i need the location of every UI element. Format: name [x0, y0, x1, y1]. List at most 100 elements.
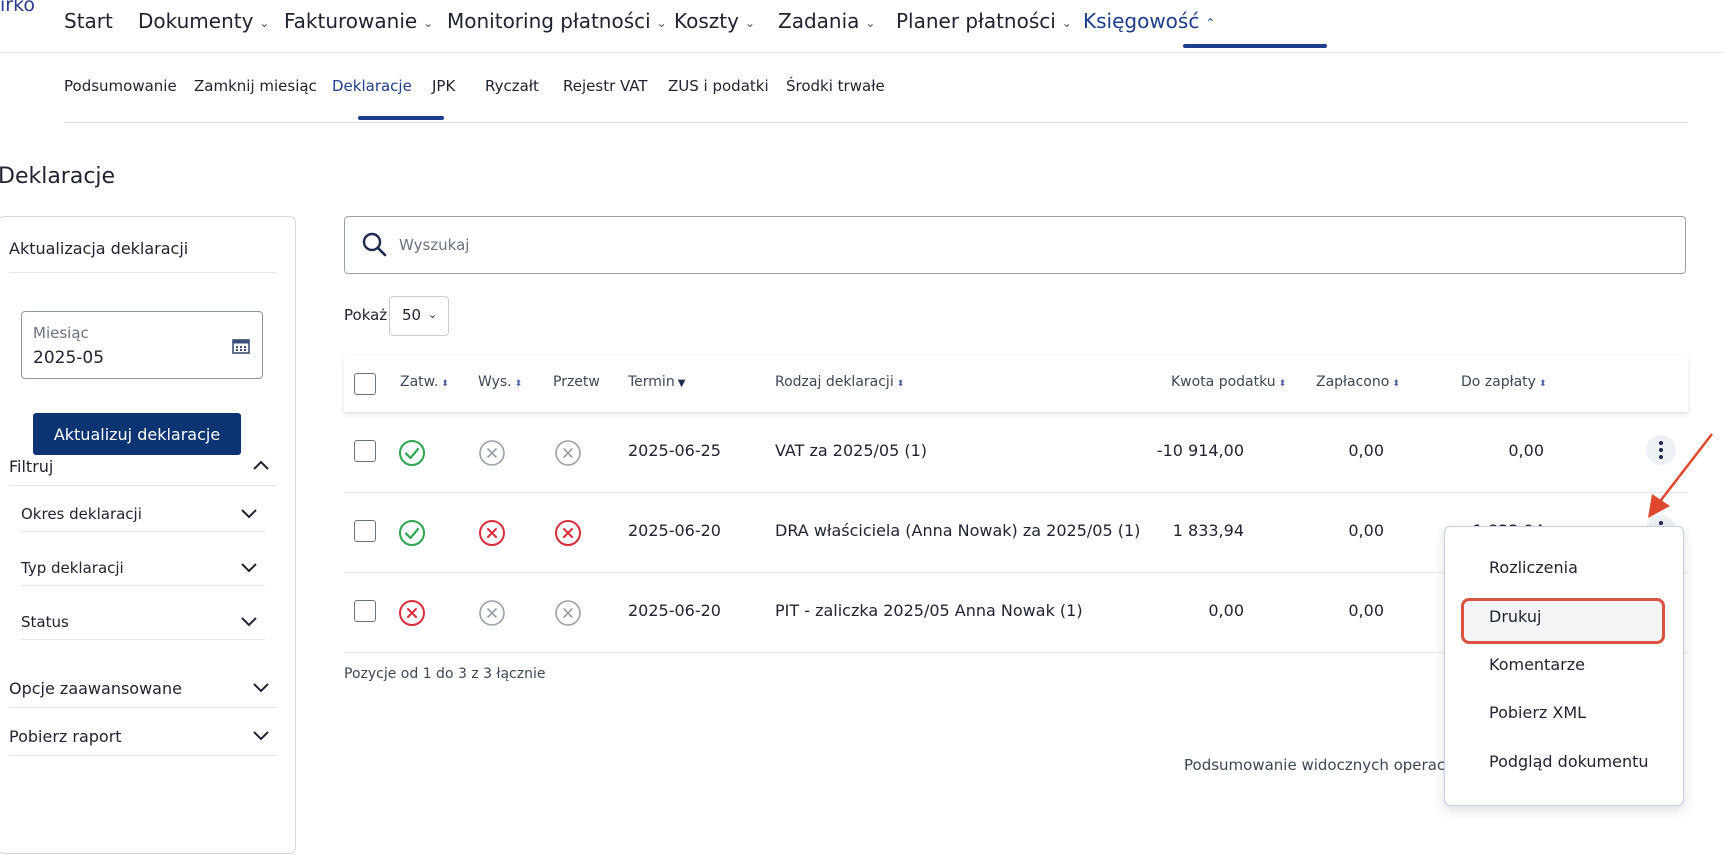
menu-item-rozliczenia[interactable]: Rozliczenia: [1489, 558, 1578, 577]
paid-amount: 0,00: [1348, 521, 1384, 540]
chevron-down-icon: [241, 617, 257, 627]
column-header-due[interactable]: Termin ▼: [628, 374, 685, 390]
chevron-down-icon: ⌄: [656, 15, 667, 30]
sort-icon: ⬍: [1538, 379, 1547, 389]
nav-label: Monitoring płatności: [447, 9, 651, 33]
due-date: 2025-06-25: [628, 441, 721, 460]
x-circle-gray-icon: [555, 440, 581, 466]
declarations-update-panel: Aktualizacja deklaracji Miesiąc 2025-05 …: [0, 216, 296, 854]
filter-typ-deklaracji[interactable]: Typ deklaracji: [21, 559, 265, 577]
divider: [21, 585, 265, 586]
row-checkbox[interactable]: [354, 440, 376, 462]
divider: [9, 485, 277, 486]
search-box[interactable]: [344, 216, 1686, 274]
subnav-deklaracje[interactable]: Deklaracje: [332, 77, 412, 95]
column-label: Termin: [628, 374, 675, 390]
chevron-up-icon: ⌃: [1205, 15, 1216, 30]
month-field[interactable]: Miesiąc 2025-05: [21, 311, 263, 379]
menu-item-drukuj[interactable]: Drukuj: [1489, 607, 1541, 626]
subnav-zamknij-miesiac[interactable]: Zamknij miesiąc: [194, 77, 317, 95]
chevron-down-icon: [241, 509, 257, 519]
chevron-down-icon: ⌄: [1061, 15, 1072, 30]
x-circle-gray-icon: [479, 440, 505, 466]
filter-toggle[interactable]: Filtruj: [9, 457, 277, 476]
menu-item-podglad-dokumentu[interactable]: Podgląd dokumentu: [1489, 752, 1649, 771]
table-row[interactable]: 2025-06-25 VAT za 2025/05 (1) -10 914,00…: [344, 412, 1688, 493]
sort-icon: ⬍: [1278, 379, 1287, 389]
divider: [21, 639, 265, 640]
calendar-icon[interactable]: [232, 338, 250, 354]
paid-amount: 0,00: [1348, 441, 1384, 460]
sort-desc-icon: ▼: [677, 378, 686, 389]
check-circle-icon: [399, 440, 425, 466]
chevron-down-icon: ⌄: [744, 15, 756, 30]
nav-start[interactable]: Start: [64, 9, 113, 33]
column-header-approved[interactable]: Zatw. ⬍: [400, 374, 449, 390]
subnav-jpk[interactable]: JPK: [432, 77, 455, 95]
nav-label: Fakturowanie: [284, 9, 418, 33]
month-value: 2025-05: [33, 348, 105, 368]
row-checkbox[interactable]: [354, 600, 376, 622]
chevron-up-icon: [253, 460, 269, 470]
download-report-toggle[interactable]: Pobierz raport: [9, 727, 277, 746]
subnav-rejestr-vat[interactable]: Rejestr VAT: [563, 77, 648, 95]
column-label: Zatw.: [400, 374, 439, 390]
nav-koszty[interactable]: Koszty ⌄: [674, 9, 755, 33]
subnav-srodki-trwale[interactable]: Środki trwałe: [786, 77, 885, 95]
page-size-label: Pokaż: [344, 306, 388, 324]
nav-label: Zadania: [778, 9, 860, 33]
page-size-select[interactable]: 50 ⌄: [389, 296, 449, 336]
filter-item-label: Status: [21, 613, 69, 631]
select-all-checkbox[interactable]: [354, 373, 376, 395]
panel-heading: Aktualizacja deklaracji: [9, 239, 189, 258]
column-header-sent[interactable]: Wys. ⬍: [478, 374, 522, 390]
column-label: Do zapłaty: [1461, 374, 1536, 390]
sub-navigation: Podsumowanie Zamknij miesiąc Deklaracje …: [64, 60, 1688, 123]
pagination-info: Pozycje od 1 do 3 z 3 łącznie: [344, 666, 546, 682]
to-pay-amount: 0,00: [1508, 441, 1544, 460]
nav-label: Start: [64, 9, 113, 33]
column-header-paid[interactable]: Zapłacono ⬍: [1316, 374, 1400, 390]
menu-item-pobierz-xml[interactable]: Pobierz XML: [1489, 703, 1586, 722]
top-navigation: Start Dokumenty ⌄ Fakturowanie ⌄ Monitorin…: [0, 0, 1724, 53]
nav-fakturowanie[interactable]: Fakturowanie ⌄: [284, 9, 433, 33]
divider: [9, 272, 277, 273]
download-report-label: Pobierz raport: [9, 727, 122, 746]
nav-dokumenty[interactable]: Dokumenty ⌄: [138, 9, 269, 33]
column-label: Kwota podatku: [1171, 374, 1276, 390]
annotation-arrow-icon: [1648, 433, 1713, 518]
subnav-ryczalt[interactable]: Ryczałt: [485, 77, 539, 95]
page-size-value: 50: [402, 306, 422, 324]
column-header-processed[interactable]: Przetw: [553, 374, 600, 390]
subnav-zus-i-podatki[interactable]: ZUS i podatki: [668, 77, 769, 95]
chevron-down-icon: ⌄: [865, 15, 876, 30]
nav-planer-platnosci[interactable]: Planer płatności ⌄: [896, 9, 1072, 33]
row-actions-menu: Rozliczenia Drukuj Komentarze Pobierz XM…: [1444, 526, 1684, 806]
column-header-type[interactable]: Rodzaj deklaracji ⬍: [775, 374, 904, 390]
nav-monitoring-platnosci[interactable]: Monitoring płatności ⌄: [447, 9, 667, 33]
x-circle-icon: [555, 520, 581, 546]
filter-item-label: Okres deklaracji: [21, 505, 142, 523]
sort-icon: ⬍: [1392, 379, 1400, 389]
column-header-to-pay[interactable]: Do zapłaty ⬍: [1461, 374, 1547, 390]
nav-ksiegowosc[interactable]: Księgowość ⌃: [1083, 9, 1215, 33]
due-date: 2025-06-20: [628, 601, 721, 620]
chevron-down-icon: [253, 683, 269, 693]
advanced-options-toggle[interactable]: Opcje zaawansowane: [9, 679, 277, 698]
sort-icon: ⬍: [896, 379, 905, 389]
chevron-down-icon: ⌄: [428, 308, 438, 321]
row-checkbox[interactable]: [354, 520, 376, 542]
paid-amount: 0,00: [1348, 601, 1384, 620]
filter-status[interactable]: Status: [21, 613, 265, 631]
subnav-podsumowanie[interactable]: Podsumowanie: [64, 77, 177, 95]
column-header-tax[interactable]: Kwota podatku ⬍: [1171, 374, 1286, 390]
search-input[interactable]: [397, 231, 1661, 259]
due-date: 2025-06-20: [628, 521, 721, 540]
nav-zadania[interactable]: Zadania ⌄: [778, 9, 875, 33]
nav-label: Księgowość: [1083, 9, 1200, 33]
x-circle-icon: [399, 600, 425, 626]
menu-item-komentarze[interactable]: Komentarze: [1489, 655, 1585, 674]
filter-okres-deklaracji[interactable]: Okres deklaracji: [21, 505, 265, 523]
divider: [21, 531, 265, 532]
update-declarations-button[interactable]: Aktualizuj deklaracje: [33, 413, 241, 455]
